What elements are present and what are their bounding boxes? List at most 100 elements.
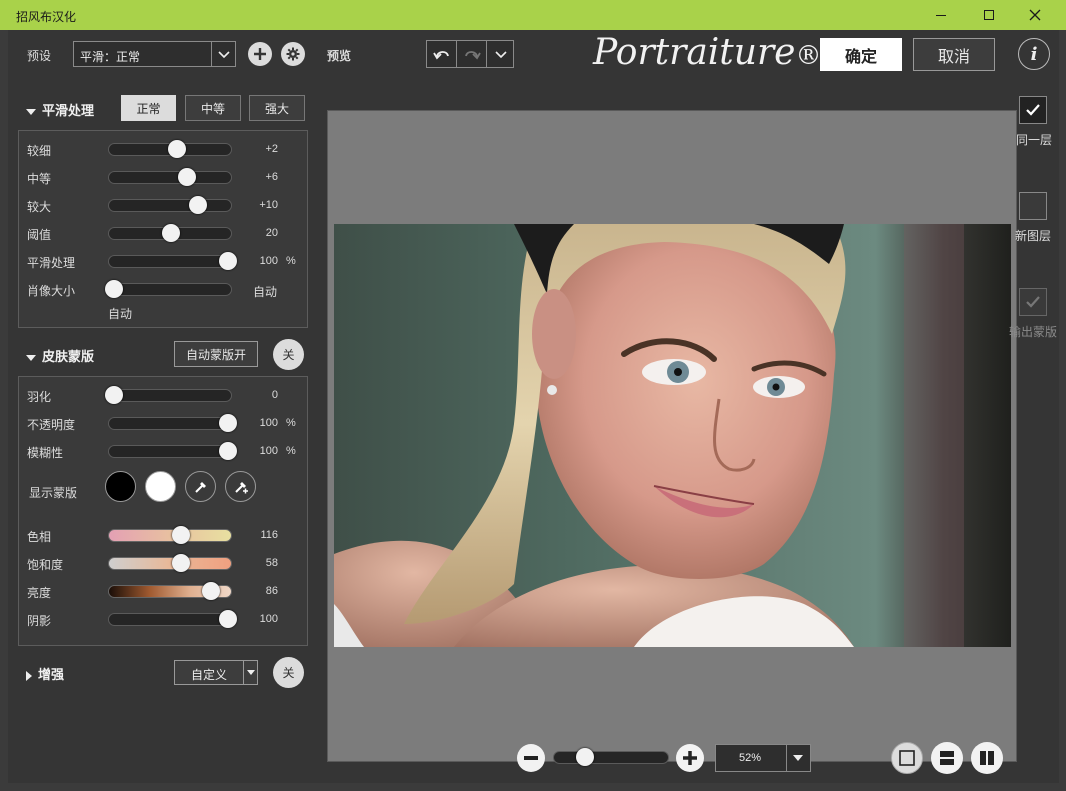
enhance-toggle[interactable]: 关	[273, 657, 304, 688]
mode-normal-button[interactable]: 正常	[121, 95, 176, 121]
view-single-button[interactable]	[891, 742, 923, 774]
redo-button[interactable]	[457, 41, 487, 67]
slider-value: 100	[259, 613, 278, 625]
slider-track[interactable]	[104, 386, 232, 404]
mask-black-swatch[interactable]	[105, 471, 136, 502]
slider-label: 中等	[27, 172, 52, 186]
preset-value: 平滑：正常	[80, 50, 141, 64]
split-vertical-icon	[980, 751, 994, 765]
slider-knob[interactable]	[178, 168, 197, 186]
slider-track[interactable]	[104, 280, 232, 298]
slider-value: 116	[260, 529, 278, 541]
auto-mask-button[interactable]: 自动蒙版开	[174, 341, 258, 367]
preview-image[interactable]	[334, 224, 1011, 647]
brand-logo: Portraiture® 3	[593, 32, 846, 73]
slider-label: 模糊性	[27, 446, 64, 460]
zoom-out-button[interactable]	[517, 744, 545, 772]
same-layer-checkbox[interactable]	[1019, 96, 1047, 124]
enhance-title: 增强	[38, 667, 65, 682]
slider-knob[interactable]	[104, 386, 123, 404]
eyedropper-icon	[194, 481, 206, 493]
smoothing-header[interactable]: 平滑处理	[26, 100, 94, 119]
history-dropdown[interactable]	[487, 41, 514, 67]
slider-label: 饱和度	[27, 558, 64, 572]
slider-knob[interactable]	[104, 280, 123, 298]
history-group	[426, 40, 514, 68]
slider-value: 0	[271, 389, 278, 401]
mode-medium-button[interactable]: 中等	[185, 95, 241, 121]
new-layer-checkbox[interactable]	[1019, 192, 1047, 220]
eyedropper-add-button[interactable]	[225, 471, 256, 502]
mask-white-swatch[interactable]	[145, 471, 176, 502]
slider-knob[interactable]	[219, 610, 238, 628]
slider-value: +2	[265, 143, 278, 155]
slider-label: 亮度	[27, 586, 52, 600]
info-button[interactable]: i	[1018, 38, 1050, 70]
slider-label: 阈值	[27, 228, 52, 242]
zoom-slider[interactable]	[553, 748, 669, 766]
ok-button[interactable]: 确定	[820, 38, 902, 71]
slider-value: 自动	[253, 285, 278, 299]
settings-button[interactable]	[281, 42, 305, 66]
slider-unit: %	[286, 255, 296, 267]
slider-knob[interactable]	[171, 554, 190, 572]
caret-down-icon	[247, 670, 255, 675]
portrait-size-note: 自动	[108, 307, 133, 321]
divider	[786, 745, 787, 771]
chevron-down-icon	[494, 50, 507, 58]
slider-track[interactable]	[108, 252, 238, 270]
slider-knob[interactable]	[219, 252, 238, 270]
gear-icon	[286, 47, 300, 61]
close-button[interactable]	[1012, 0, 1058, 30]
collapse-icon	[26, 108, 36, 115]
slider-track[interactable]	[108, 610, 238, 628]
slider-knob[interactable]	[189, 196, 208, 214]
view-split-horizontal-button[interactable]	[931, 742, 963, 774]
skin-mask-toggle[interactable]: 关	[273, 339, 304, 370]
slider-label: 色相	[27, 530, 52, 544]
show-mask-label: 显示蒙版	[29, 486, 78, 500]
slider-track[interactable]	[108, 224, 232, 242]
slider-knob[interactable]	[201, 582, 220, 600]
zoom-select[interactable]: 52%	[715, 744, 811, 772]
preview-area[interactable]	[327, 110, 1017, 762]
enhance-preset-value: 自定义	[190, 668, 227, 682]
slider-value: 58	[265, 557, 278, 569]
undo-button[interactable]	[427, 41, 457, 67]
slider-knob[interactable]	[168, 140, 187, 158]
slider-track[interactable]	[108, 414, 238, 432]
slider-knob[interactable]	[162, 224, 180, 242]
zoom-in-button[interactable]	[676, 744, 704, 772]
slider-track[interactable]	[108, 582, 232, 600]
enhance-header[interactable]: 增强	[26, 664, 64, 683]
preview-label: 预览	[327, 49, 352, 63]
maximize-button[interactable]	[966, 0, 1012, 30]
portrait-photo	[334, 224, 1011, 647]
slider-track[interactable]	[108, 168, 232, 186]
skin-mask-header[interactable]: 皮肤蒙版	[26, 346, 94, 365]
minimize-button[interactable]	[918, 0, 964, 30]
slider-value: 100	[259, 445, 278, 457]
view-split-vertical-button[interactable]	[971, 742, 1003, 774]
cancel-button[interactable]: 取消	[913, 38, 995, 71]
preset-select[interactable]: 平滑：正常	[73, 41, 236, 67]
slider-track[interactable]	[108, 526, 232, 544]
enhance-preset-select[interactable]: 自定义	[174, 660, 258, 685]
slider-track[interactable]	[108, 554, 232, 572]
slider-track[interactable]	[108, 196, 232, 214]
slider-knob[interactable]	[171, 526, 190, 544]
minimize-icon	[936, 14, 946, 16]
mode-strong-button[interactable]: 强大	[249, 95, 305, 121]
slider-knob[interactable]	[219, 442, 238, 460]
preset-label: 预设	[27, 49, 52, 63]
output-mask-label: 输出蒙版	[1009, 325, 1058, 339]
slider-knob[interactable]	[219, 414, 238, 432]
slider-track[interactable]	[108, 442, 238, 460]
slider-track[interactable]	[108, 140, 232, 158]
eyedropper-button[interactable]	[185, 471, 216, 502]
zoom-slider-knob[interactable]	[576, 748, 595, 766]
collapse-icon	[26, 354, 36, 361]
slider-label: 较细	[27, 144, 52, 158]
add-preset-button[interactable]	[248, 42, 272, 66]
output-mask-checkbox[interactable]	[1019, 288, 1047, 316]
